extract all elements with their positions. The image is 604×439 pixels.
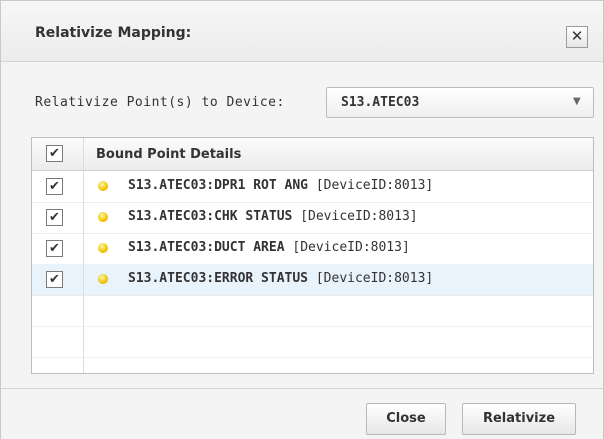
device-id: [DeviceID:8013] bbox=[315, 178, 434, 193]
table-row[interactable]: ✔ S13.ATEC03:ERROR STATUS [DeviceID:8013… bbox=[32, 264, 593, 296]
point-name: S13.ATEC03:ERROR STATUS [DeviceID:8013] bbox=[128, 271, 434, 286]
close-icon[interactable]: ✕ bbox=[566, 26, 588, 48]
device-id: [DeviceID:8013] bbox=[300, 209, 418, 224]
close-button[interactable]: Close bbox=[366, 403, 446, 435]
table-row[interactable]: ✔ S13.ATEC03:DPR1 ROT ANG [DeviceID:8013… bbox=[32, 171, 593, 203]
status-indicator-icon bbox=[98, 181, 108, 191]
row-checkbox[interactable]: ✔ bbox=[46, 209, 63, 226]
device-select-value: S13.ATEC03 bbox=[341, 95, 420, 110]
dropdown-arrow-icon[interactable]: ▼ bbox=[573, 96, 581, 107]
device-id: [DeviceID:8013] bbox=[315, 271, 434, 286]
dialog-footer: Close Relativize bbox=[1, 388, 603, 439]
column-header-bound-point-details: Bound Point Details bbox=[96, 147, 242, 162]
dialog-title: Relativize Mapping: bbox=[35, 25, 192, 41]
select-all-checkbox[interactable]: ✔ bbox=[46, 145, 63, 162]
relativize-mapping-dialog: Relativize Mapping: ✕ Relativize Point(s… bbox=[0, 0, 604, 439]
empty-row bbox=[32, 326, 593, 358]
row-checkbox[interactable]: ✔ bbox=[46, 178, 63, 195]
status-indicator-icon bbox=[98, 243, 108, 253]
table-row[interactable]: ✔ S13.ATEC03:CHK STATUS [DeviceID:8013] bbox=[32, 202, 593, 234]
relativize-button[interactable]: Relativize bbox=[462, 403, 576, 435]
device-id: [DeviceID:8013] bbox=[292, 240, 410, 255]
device-label: Relativize Point(s) to Device: bbox=[35, 95, 285, 110]
device-select[interactable]: S13.ATEC03 ▼ bbox=[326, 87, 594, 118]
grid-header: ✔ Bound Point Details bbox=[32, 138, 593, 171]
row-checkbox[interactable]: ✔ bbox=[46, 240, 63, 257]
row-checkbox[interactable]: ✔ bbox=[46, 271, 63, 288]
status-indicator-icon bbox=[98, 274, 108, 284]
point-name: S13.ATEC03:CHK STATUS [DeviceID:8013] bbox=[128, 209, 418, 224]
empty-row bbox=[32, 295, 593, 327]
status-indicator-icon bbox=[98, 212, 108, 222]
bound-points-grid: ✔ Bound Point Details ✔ S13.ATEC03:DPR1 … bbox=[31, 137, 594, 374]
point-name: S13.ATEC03:DPR1 ROT ANG [DeviceID:8013] bbox=[128, 178, 434, 193]
column-divider bbox=[83, 138, 84, 373]
dialog-titlebar: Relativize Mapping: ✕ bbox=[1, 1, 603, 62]
table-row[interactable]: ✔ S13.ATEC03:DUCT AREA [DeviceID:8013] bbox=[32, 233, 593, 265]
point-name: S13.ATEC03:DUCT AREA [DeviceID:8013] bbox=[128, 240, 410, 255]
